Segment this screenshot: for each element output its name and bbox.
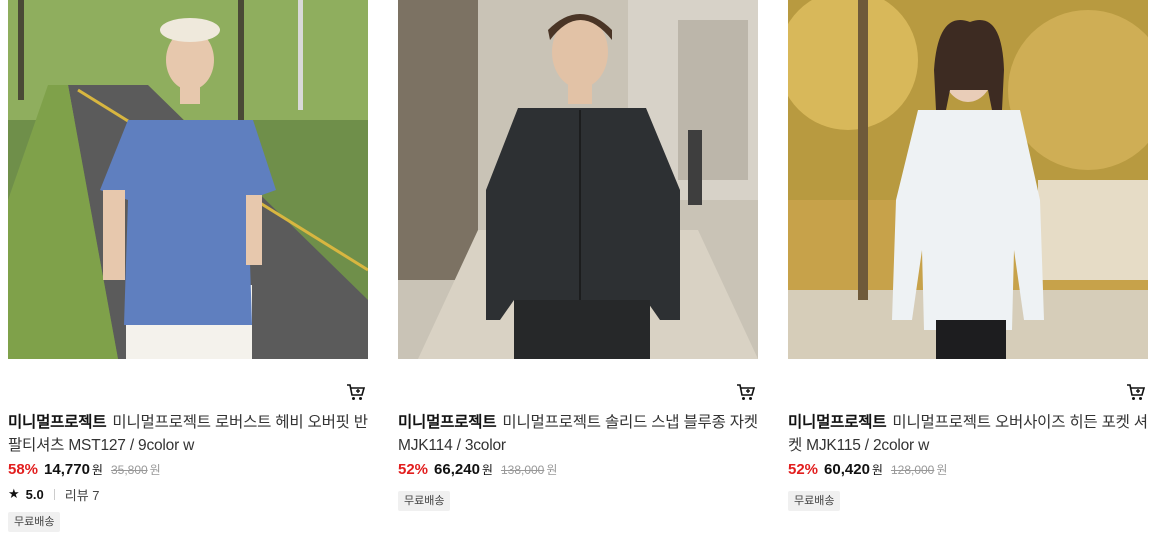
product-image[interactable] bbox=[788, 0, 1148, 359]
discount-rate: 58% bbox=[8, 461, 39, 478]
product-title[interactable]: 미니멀프로젝트 미니멀프로젝트 로버스트 헤비 오버핏 반팔티셔츠 MST127 … bbox=[8, 411, 368, 457]
original-price: 138,000 bbox=[500, 463, 545, 477]
product-image[interactable] bbox=[398, 0, 758, 359]
review-count: 리뷰 7 bbox=[64, 487, 100, 503]
original-currency-label: 원 bbox=[149, 463, 161, 477]
free-shipping-badge: 무료배송 bbox=[8, 512, 61, 532]
cart-icon[interactable] bbox=[736, 383, 756, 401]
product-grid: 미니멀프로젝트 미니멀프로젝트 로버스트 헤비 오버핏 반팔티셔츠 MST127 … bbox=[0, 0, 1162, 544]
free-shipping-badge: 무료배송 bbox=[788, 491, 841, 511]
currency-label: 원 bbox=[871, 463, 883, 477]
brand-name[interactable]: 미니멀프로젝트 bbox=[8, 414, 107, 431]
original-currency-label: 원 bbox=[546, 463, 558, 477]
divider bbox=[53, 488, 55, 500]
product-card[interactable]: 미니멀프로젝트 미니멀프로젝트 로버스트 헤비 오버핏 반팔티셔츠 MST127 … bbox=[8, 0, 368, 532]
brand-name[interactable]: 미니멀프로젝트 bbox=[398, 414, 497, 431]
free-shipping-badge: 무료배송 bbox=[398, 491, 451, 511]
price-row: 52% 60,420 원 128,000 원 bbox=[788, 461, 1148, 483]
product-card[interactable]: 미니멀프로젝트 미니멀프로젝트 오버사이즈 히든 포켓 셔켓 MJK115 / 2… bbox=[788, 0, 1148, 511]
star-icon: ★ bbox=[8, 486, 20, 501]
review-row: ★ 5.0 리뷰 7 bbox=[8, 484, 368, 504]
product-title[interactable]: 미니멀프로젝트 미니멀프로젝트 솔리드 스냅 블루종 자켓 MJK114 / 3c… bbox=[398, 411, 758, 457]
price-row: 58% 14,770 원 35,800 원 bbox=[8, 461, 368, 483]
sale-price: 60,420 bbox=[824, 461, 870, 478]
original-currency-label: 원 bbox=[936, 463, 948, 477]
original-price: 128,000 bbox=[890, 463, 935, 477]
cart-icon[interactable] bbox=[346, 383, 366, 401]
cart-icon[interactable] bbox=[1126, 383, 1146, 401]
brand-name[interactable]: 미니멀프로젝트 bbox=[788, 414, 887, 431]
sale-price: 66,240 bbox=[434, 461, 480, 478]
product-card[interactable]: 미니멀프로젝트 미니멀프로젝트 솔리드 스냅 블루종 자켓 MJK114 / 3c… bbox=[398, 0, 758, 511]
rating-value: 5.0 bbox=[25, 486, 44, 502]
currency-label: 원 bbox=[481, 463, 493, 477]
original-price: 35,800 bbox=[110, 463, 148, 477]
product-title[interactable]: 미니멀프로젝트 미니멀프로젝트 오버사이즈 히든 포켓 셔켓 MJK115 / 2… bbox=[788, 411, 1148, 457]
currency-label: 원 bbox=[91, 463, 103, 477]
discount-rate: 52% bbox=[398, 461, 429, 478]
price-row: 52% 66,240 원 138,000 원 bbox=[398, 461, 758, 483]
product-image[interactable] bbox=[8, 0, 368, 359]
sale-price: 14,770 bbox=[44, 461, 90, 478]
discount-rate: 52% bbox=[788, 461, 819, 478]
